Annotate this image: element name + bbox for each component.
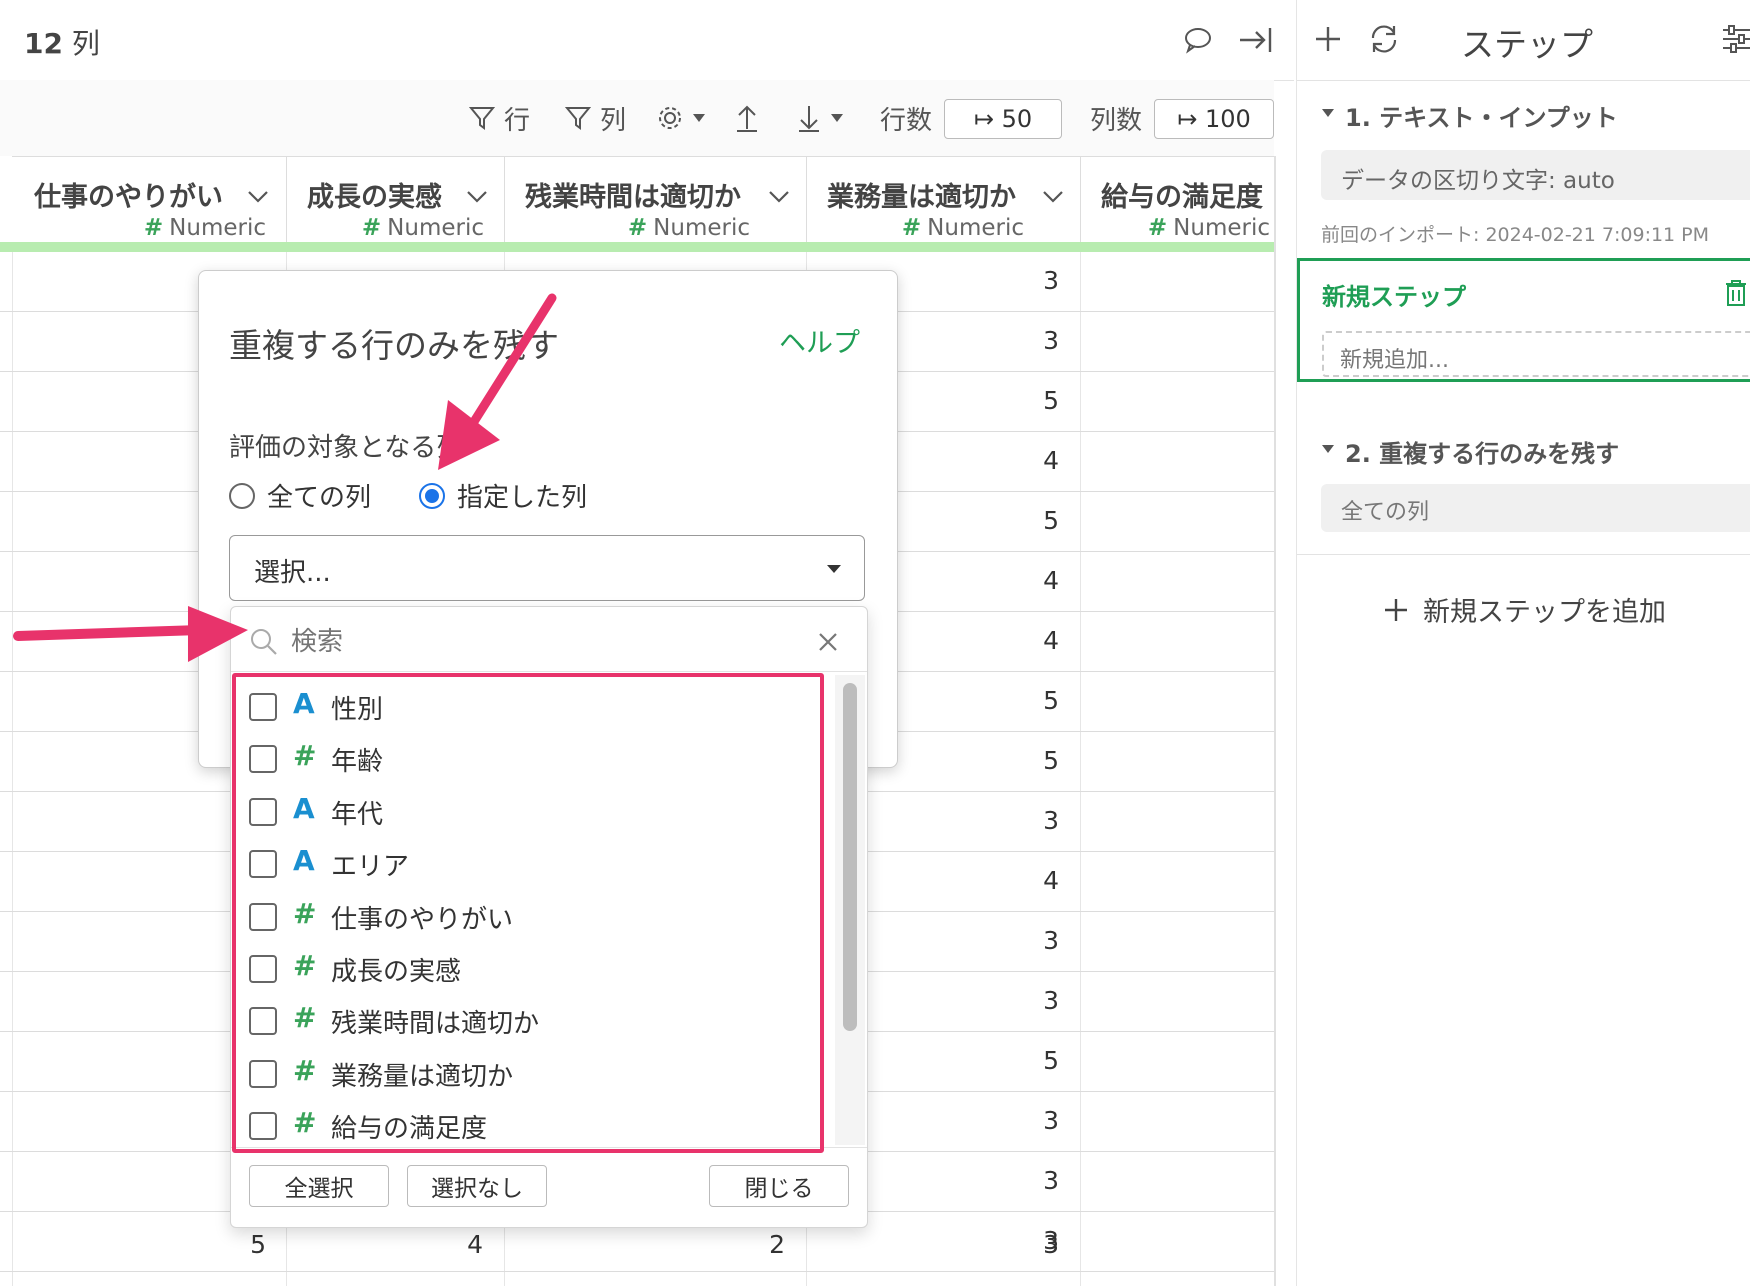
- plus-icon: [1385, 598, 1407, 621]
- dialog-title: 重複する行のみを残す: [229, 326, 559, 365]
- scrollbar-thumb[interactable]: [843, 683, 857, 1031]
- table-header-bar: 12 列: [0, 0, 1294, 81]
- rows-limit-input[interactable]: ↦ 50: [944, 99, 1062, 139]
- arrow-up-icon: [737, 105, 757, 132]
- column-name: 給与の満足度: [1101, 182, 1263, 213]
- cols-label: 列数: [1090, 105, 1143, 136]
- new-step-title: 新規ステップ: [1322, 283, 1466, 311]
- step-2-detail: 全ての列: [1341, 500, 1430, 525]
- new-step-card: 新規ステップ 新規追加...: [1297, 258, 1750, 382]
- sliders-icon[interactable]: [1721, 24, 1750, 54]
- select-none-button[interactable]: 選択なし: [407, 1165, 547, 1207]
- add-step-label: 新規ステップを追加: [1423, 597, 1666, 628]
- cols-limit-input[interactable]: ↦ 100: [1154, 99, 1274, 139]
- radio-checked-icon: [419, 482, 445, 509]
- caret-down-icon: [831, 114, 843, 122]
- scrollbar-track[interactable]: [835, 675, 865, 1145]
- column-count: 12 列: [24, 27, 100, 60]
- column-header[interactable]: 成長の実感 # Numeric: [287, 156, 505, 243]
- target-label: 評価の対象となる列: [229, 433, 463, 463]
- step-1-detail: データの区切り文字: auto: [1341, 168, 1615, 194]
- new-step-input[interactable]: 新規追加...: [1322, 331, 1750, 377]
- column-type: # Numeric: [1147, 215, 1270, 241]
- gear-icon: [659, 107, 681, 129]
- column-name: 残業時間は適切か: [525, 182, 741, 213]
- filter-icon: [468, 107, 496, 130]
- divider: [1297, 554, 1750, 555]
- column-name: 仕事のやりがい: [34, 182, 223, 213]
- new-step-placeholder: 新規追加...: [1340, 348, 1449, 373]
- step-2-title[interactable]: 2. 重複する行のみを残す: [1345, 434, 1619, 469]
- search-input[interactable]: [289, 617, 793, 667]
- trash-icon[interactable]: [1724, 279, 1748, 307]
- table-cell: 3: [1043, 1230, 1059, 1259]
- column-type: # Numeric: [901, 215, 1024, 241]
- step-1-meta: 前回のインポート: 2024-02-21 7:09:11 PM: [1321, 224, 1710, 246]
- column-header[interactable]: 仕事のやりがい # Numeric: [12, 156, 287, 243]
- chevron-down-icon[interactable]: [767, 189, 791, 205]
- column-name: 成長の実感: [307, 182, 442, 213]
- column-filter-button[interactable]: 列: [564, 100, 626, 136]
- sort-ascending-button[interactable]: [734, 100, 760, 136]
- plus-icon[interactable]: [1313, 24, 1343, 54]
- caret-down-icon[interactable]: [1321, 108, 1335, 118]
- column-type: # Numeric: [361, 215, 484, 241]
- divider: [231, 671, 867, 672]
- column-select[interactable]: 選択...: [229, 535, 865, 601]
- sort-descending-button[interactable]: [796, 100, 844, 136]
- data-quality-bar: [0, 242, 1274, 252]
- step-1-title[interactable]: 1. テキスト・インプット: [1345, 98, 1618, 133]
- radio-selected-columns[interactable]: 指定した列: [419, 477, 587, 514]
- table-cell: 4: [467, 1230, 483, 1259]
- caret-down-icon[interactable]: [1321, 444, 1335, 454]
- collapse-panel-icon[interactable]: [1236, 20, 1276, 60]
- radio-all-columns[interactable]: 全ての列: [229, 477, 371, 514]
- radio-icon: [229, 482, 255, 509]
- column-header[interactable]: 業務量は適切か # Numeric: [807, 156, 1081, 243]
- table-cell: 5: [250, 1230, 266, 1259]
- select-value: 選択...: [254, 558, 331, 588]
- highlight-box: [232, 673, 824, 1153]
- search-icon: [251, 629, 277, 655]
- refresh-icon[interactable]: [1367, 22, 1401, 56]
- row-divider: [0, 1271, 1274, 1272]
- column-type: # Numeric: [627, 215, 750, 241]
- help-link[interactable]: ヘルプ: [779, 321, 860, 360]
- close-button[interactable]: 閉じる: [709, 1165, 849, 1207]
- steps-panel-title: ステップ: [1461, 25, 1593, 64]
- rows-label: 行数: [880, 105, 933, 136]
- comment-icon[interactable]: [1178, 20, 1218, 60]
- row-filter-button[interactable]: 行: [468, 100, 530, 136]
- table-cell: 2: [769, 1230, 785, 1259]
- column-header[interactable]: 給与の満足度 # Numeric: [1081, 156, 1274, 243]
- settings-menu-button[interactable]: [656, 100, 706, 136]
- chevron-down-icon[interactable]: [1041, 189, 1065, 205]
- filter-icon: [564, 107, 592, 130]
- radio-selected-label: 指定した列: [457, 483, 588, 513]
- column-type: # Numeric: [143, 215, 266, 241]
- column-name: 業務量は適切か: [827, 182, 1016, 213]
- arrow-down-icon: [799, 106, 819, 132]
- table-toolbar: 行 列 行数 ↦ 50 列数 ↦ 100: [0, 80, 1274, 156]
- radio-all-label: 全ての列: [267, 483, 372, 513]
- step-2-detail-box[interactable]: 全ての列: [1321, 484, 1750, 532]
- chevron-down-icon[interactable]: [246, 189, 270, 205]
- step-1-detail-box[interactable]: データの区切り文字: auto: [1321, 150, 1750, 200]
- add-step-button[interactable]: 新規ステップを追加: [1383, 590, 1666, 629]
- caret-down-icon: [827, 565, 841, 573]
- steps-panel: ステップ 1. テキスト・インプット データの区切り文字: auto 前回のイン…: [1296, 0, 1750, 1286]
- close-icon[interactable]: [817, 631, 839, 653]
- column-header[interactable]: 残業時間は適切か # Numeric: [505, 156, 807, 243]
- select-all-button[interactable]: 全選択: [249, 1165, 389, 1207]
- chevron-down-icon[interactable]: [465, 189, 489, 205]
- caret-down-icon: [693, 114, 705, 122]
